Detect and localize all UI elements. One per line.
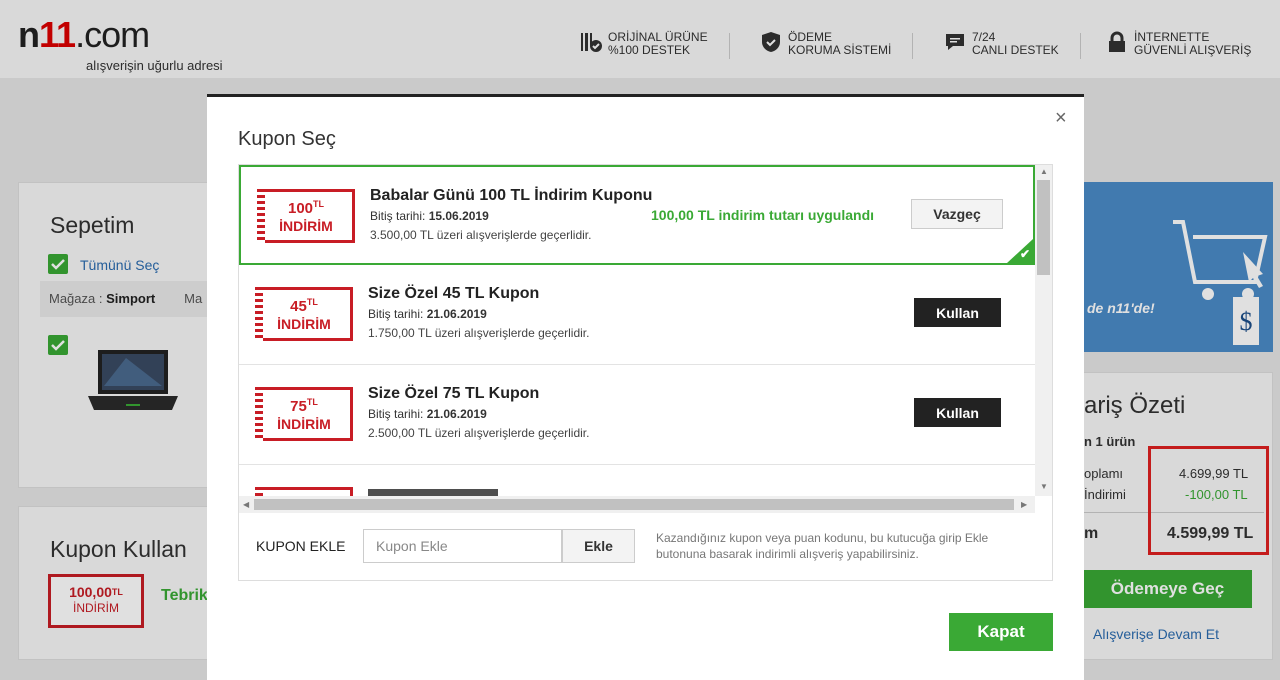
cancel-coupon-button[interactable]: Vazgeç bbox=[911, 199, 1003, 229]
coupon-expiry: Bitiş tarihi: 15.06.2019 bbox=[370, 209, 489, 223]
coupon-item-75[interactable]: 75TL İNDİRİM Size Özel 75 TL Kupon Bitiş… bbox=[239, 365, 1035, 465]
coupon-expiry: Bitiş tarihi: 21.06.2019 bbox=[368, 407, 487, 421]
use-coupon-button[interactable]: Kullan bbox=[914, 298, 1001, 327]
scroll-down-icon[interactable]: ▼ bbox=[1040, 482, 1048, 491]
scroll-right-icon[interactable]: ▶ bbox=[1021, 500, 1027, 509]
coupon-condition: 2.500,00 TL üzeri alışverişlerde geçerli… bbox=[368, 426, 590, 440]
close-icon[interactable]: × bbox=[1055, 107, 1067, 130]
check-icon: ✔ bbox=[1019, 247, 1030, 261]
coupon-item-45[interactable]: 45TL İNDİRİM Size Özel 45 TL Kupon Bitiş… bbox=[239, 265, 1035, 365]
modal-title: Kupon Seç bbox=[238, 128, 336, 150]
coupon-ticket bbox=[255, 487, 353, 496]
add-coupon-row: KUPON EKLE Ekle Kazandığınız kupon veya … bbox=[238, 513, 1053, 581]
coupon-applied-text: 100,00 TL indirim tutarı uygulandı bbox=[651, 207, 875, 223]
coupon-name-partial bbox=[368, 489, 498, 496]
coupon-ticket: 45TL İNDİRİM bbox=[255, 287, 353, 341]
vertical-scroll-thumb[interactable] bbox=[1037, 180, 1050, 275]
coupon-condition: 1.750,00 TL üzeri alışverişlerde geçerli… bbox=[368, 326, 590, 340]
coupon-name: Size Özel 45 TL Kupon bbox=[368, 285, 540, 302]
coupon-expiry: Bitiş tarihi: 21.06.2019 bbox=[368, 307, 487, 321]
coupon-name: Size Özel 75 TL Kupon bbox=[368, 385, 540, 402]
add-coupon-label: KUPON EKLE bbox=[256, 538, 346, 554]
coupon-item-fathers-day[interactable]: 100TL İNDİRİM Babalar Günü 100 TL İndiri… bbox=[239, 165, 1035, 265]
coupon-condition: 3.500,00 TL üzeri alışverişlerde geçerli… bbox=[370, 228, 592, 242]
coupon-ticket: 100TL İNDİRİM bbox=[257, 189, 355, 243]
add-coupon-button[interactable]: Ekle bbox=[562, 529, 635, 563]
close-modal-button[interactable]: Kapat bbox=[949, 613, 1053, 651]
coupon-item-partial[interactable] bbox=[239, 465, 1035, 496]
coupon-list: 100TL İNDİRİM Babalar Günü 100 TL İndiri… bbox=[239, 165, 1035, 496]
coupon-code-input[interactable] bbox=[363, 529, 562, 563]
horizontal-scroll-thumb[interactable] bbox=[254, 499, 1014, 510]
scroll-up-icon[interactable]: ▲ bbox=[1040, 167, 1048, 176]
add-coupon-help: Kazandığınız kupon veya puan kodunu, bu … bbox=[656, 531, 989, 561]
coupon-ticket: 75TL İNDİRİM bbox=[255, 387, 353, 441]
vertical-scrollbar[interactable]: ▲ ▼ bbox=[1035, 165, 1052, 496]
scroll-left-icon[interactable]: ◀ bbox=[243, 500, 249, 509]
use-coupon-button[interactable]: Kullan bbox=[914, 398, 1001, 427]
coupon-list-container: 100TL İNDİRİM Babalar Günü 100 TL İndiri… bbox=[238, 164, 1053, 514]
coupon-select-modal: Kupon Seç × 100TL İNDİRİM Babalar Günü 1… bbox=[207, 94, 1084, 680]
coupon-name: Babalar Günü 100 TL İndirim Kuponu bbox=[370, 187, 653, 204]
horizontal-scrollbar[interactable]: ◀ ▶ bbox=[239, 496, 1035, 513]
